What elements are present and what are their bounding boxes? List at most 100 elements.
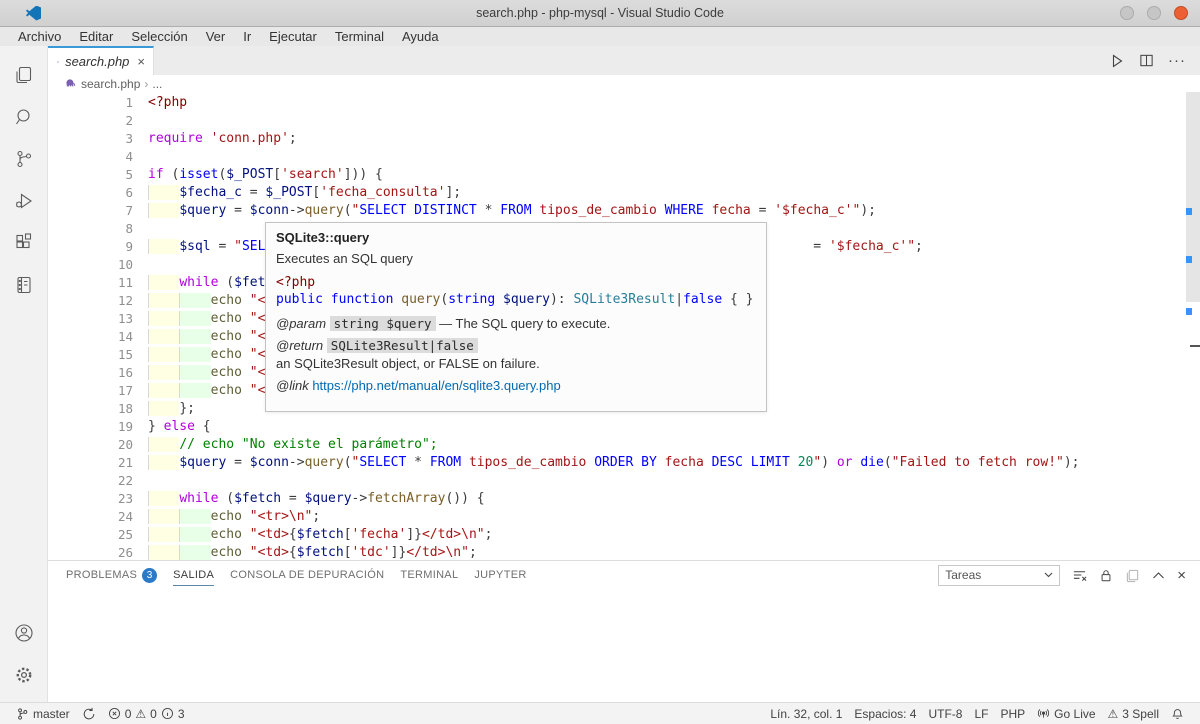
code-line[interactable]: 20 // echo "No existe el parámetro";	[48, 436, 1200, 454]
scrollbar-thumb[interactable]	[1186, 92, 1200, 302]
line-number[interactable]: 20	[48, 436, 133, 454]
panel-tab-label: TERMINAL	[400, 569, 458, 581]
overview-info-marker	[1186, 308, 1192, 315]
account-icon[interactable]	[0, 612, 48, 654]
encoding-setting[interactable]: UTF-8	[922, 707, 968, 721]
search-icon[interactable]	[0, 96, 48, 138]
run-debug-icon[interactable]	[0, 180, 48, 222]
line-number[interactable]: 9	[48, 238, 133, 256]
line-number[interactable]: 6	[48, 184, 133, 202]
panel-tab-salida[interactable]: SALIDA	[165, 561, 222, 589]
breadcrumb-file[interactable]: search.php	[81, 77, 140, 91]
problems-summary[interactable]: 0 ⚠ 0 3	[102, 707, 191, 721]
lock-icon[interactable]	[1099, 568, 1113, 583]
close-button[interactable]	[1174, 6, 1188, 20]
code-line[interactable]: 2	[48, 112, 1200, 130]
line-number[interactable]: 3	[48, 130, 133, 148]
line-number[interactable]: 25	[48, 526, 133, 544]
panel-tab-terminal[interactable]: TERMINAL	[392, 561, 466, 589]
line-number[interactable]: 8	[48, 220, 133, 238]
menu-seleccion[interactable]: Selección	[122, 29, 196, 44]
menu-ejecutar[interactable]: Ejecutar	[260, 29, 326, 44]
source-control-icon[interactable]	[0, 138, 48, 180]
menu-ver[interactable]: Ver	[197, 29, 235, 44]
line-number[interactable]: 4	[48, 148, 133, 166]
line-number[interactable]: 1	[48, 94, 133, 112]
output-channel-select[interactable]: Tareas	[938, 565, 1060, 586]
split-editor-icon[interactable]	[1139, 53, 1154, 68]
eol-setting[interactable]: LF	[968, 707, 994, 721]
line-number[interactable]: 12	[48, 292, 133, 310]
maximize-button[interactable]	[1147, 6, 1161, 20]
explorer-icon[interactable]	[0, 54, 48, 96]
line-number[interactable]: 10	[48, 256, 133, 274]
panel-tab-problemas[interactable]: PROBLEMAS 3	[58, 561, 165, 589]
notifications-button[interactable]	[1165, 707, 1190, 721]
code-line[interactable]: 24 echo "<tr>\n";	[48, 508, 1200, 526]
breadcrumb[interactable]: search.php › ...	[48, 75, 1200, 92]
settings-gear-icon[interactable]	[0, 654, 48, 696]
clear-output-icon[interactable]	[1072, 568, 1087, 583]
menu-bar: Archivo Editar Selección Ver Ir Ejecutar…	[0, 27, 1200, 46]
extensions-icon[interactable]	[0, 222, 48, 264]
line-number[interactable]: 26	[48, 544, 133, 560]
line-number[interactable]: 19	[48, 418, 133, 436]
menu-ayuda[interactable]: Ayuda	[393, 29, 448, 44]
line-number[interactable]: 18	[48, 400, 133, 418]
split-panel-icon[interactable]	[1125, 568, 1140, 583]
panel-tab-jupyter[interactable]: JUPYTER	[466, 561, 534, 589]
language-mode[interactable]: PHP	[994, 707, 1031, 721]
line-number[interactable]: 13	[48, 310, 133, 328]
editor-scrollbar[interactable]	[1186, 92, 1200, 560]
tab-search-php[interactable]: search.php ×	[48, 46, 154, 75]
minimize-button[interactable]	[1120, 6, 1134, 20]
line-number[interactable]: 24	[48, 508, 133, 526]
panel-tab-label: JUPYTER	[474, 569, 526, 581]
code-line[interactable]: 23 while ($fetch = $query->fetchArray())…	[48, 490, 1200, 508]
more-actions-icon[interactable]: ···	[1168, 52, 1186, 69]
tooltip-link-row: @link https://php.net/manual/en/sqlite3.…	[276, 378, 756, 393]
panel-tab-consola[interactable]: CONSOLA DE DEPURACIÓN	[222, 561, 392, 589]
line-number[interactable]: 14	[48, 328, 133, 346]
sync-changes-button[interactable]	[76, 707, 102, 721]
menu-terminal[interactable]: Terminal	[326, 29, 393, 44]
code-line[interactable]: 4	[48, 148, 1200, 166]
branch-name: master	[33, 707, 70, 721]
menu-archivo[interactable]: Archivo	[9, 29, 70, 44]
spell-checker-status[interactable]: ⚠ 3 Spell	[1102, 707, 1165, 721]
line-number[interactable]: 5	[48, 166, 133, 184]
go-live-button[interactable]: Go Live	[1031, 707, 1101, 721]
code-line[interactable]: 6 $fecha_c = $_POST['fecha_consulta'];	[48, 184, 1200, 202]
line-number[interactable]: 7	[48, 202, 133, 220]
cursor-position[interactable]: Lín. 32, col. 1	[764, 707, 848, 721]
tooltip-param-row: @param string $query — The SQL query to …	[276, 316, 756, 331]
code-line[interactable]: 25 echo "<td>{$fetch['fecha']}</td>\n";	[48, 526, 1200, 544]
menu-editar[interactable]: Editar	[70, 29, 122, 44]
line-number[interactable]: 23	[48, 490, 133, 508]
line-number[interactable]: 16	[48, 364, 133, 382]
line-number[interactable]: 2	[48, 112, 133, 130]
branch-indicator[interactable]: master	[10, 707, 76, 721]
code-line[interactable]: 3require 'conn.php';	[48, 130, 1200, 148]
tab-close-icon[interactable]: ×	[137, 54, 145, 69]
line-number[interactable]: 21	[48, 454, 133, 472]
chevron-up-icon[interactable]	[1152, 571, 1165, 580]
menu-ir[interactable]: Ir	[234, 29, 260, 44]
line-number[interactable]: 15	[48, 346, 133, 364]
close-panel-icon[interactable]: ×	[1177, 567, 1186, 584]
code-line[interactable]: 5if (isset($_POST['search'])) {	[48, 166, 1200, 184]
code-line[interactable]: 22	[48, 472, 1200, 490]
code-line[interactable]: 19} else {	[48, 418, 1200, 436]
run-file-icon[interactable]	[1109, 53, 1125, 69]
indentation-setting[interactable]: Espacios: 4	[848, 707, 922, 721]
code-line[interactable]: 21 $query = $conn->query("SELECT * FROM …	[48, 454, 1200, 472]
tooltip-link[interactable]: https://php.net/manual/en/sqlite3.query.…	[312, 378, 560, 393]
breadcrumb-more[interactable]: ...	[152, 77, 162, 91]
code-line[interactable]: 26 echo "<td>{$fetch['tdc']}</td>\n";	[48, 544, 1200, 560]
code-line[interactable]: 1<?php	[48, 94, 1200, 112]
line-number[interactable]: 11	[48, 274, 133, 292]
notebook-icon[interactable]	[0, 264, 48, 306]
line-number[interactable]: 22	[48, 472, 133, 490]
line-number[interactable]: 17	[48, 382, 133, 400]
code-line[interactable]: 7 $query = $conn->query("SELECT DISTINCT…	[48, 202, 1200, 220]
